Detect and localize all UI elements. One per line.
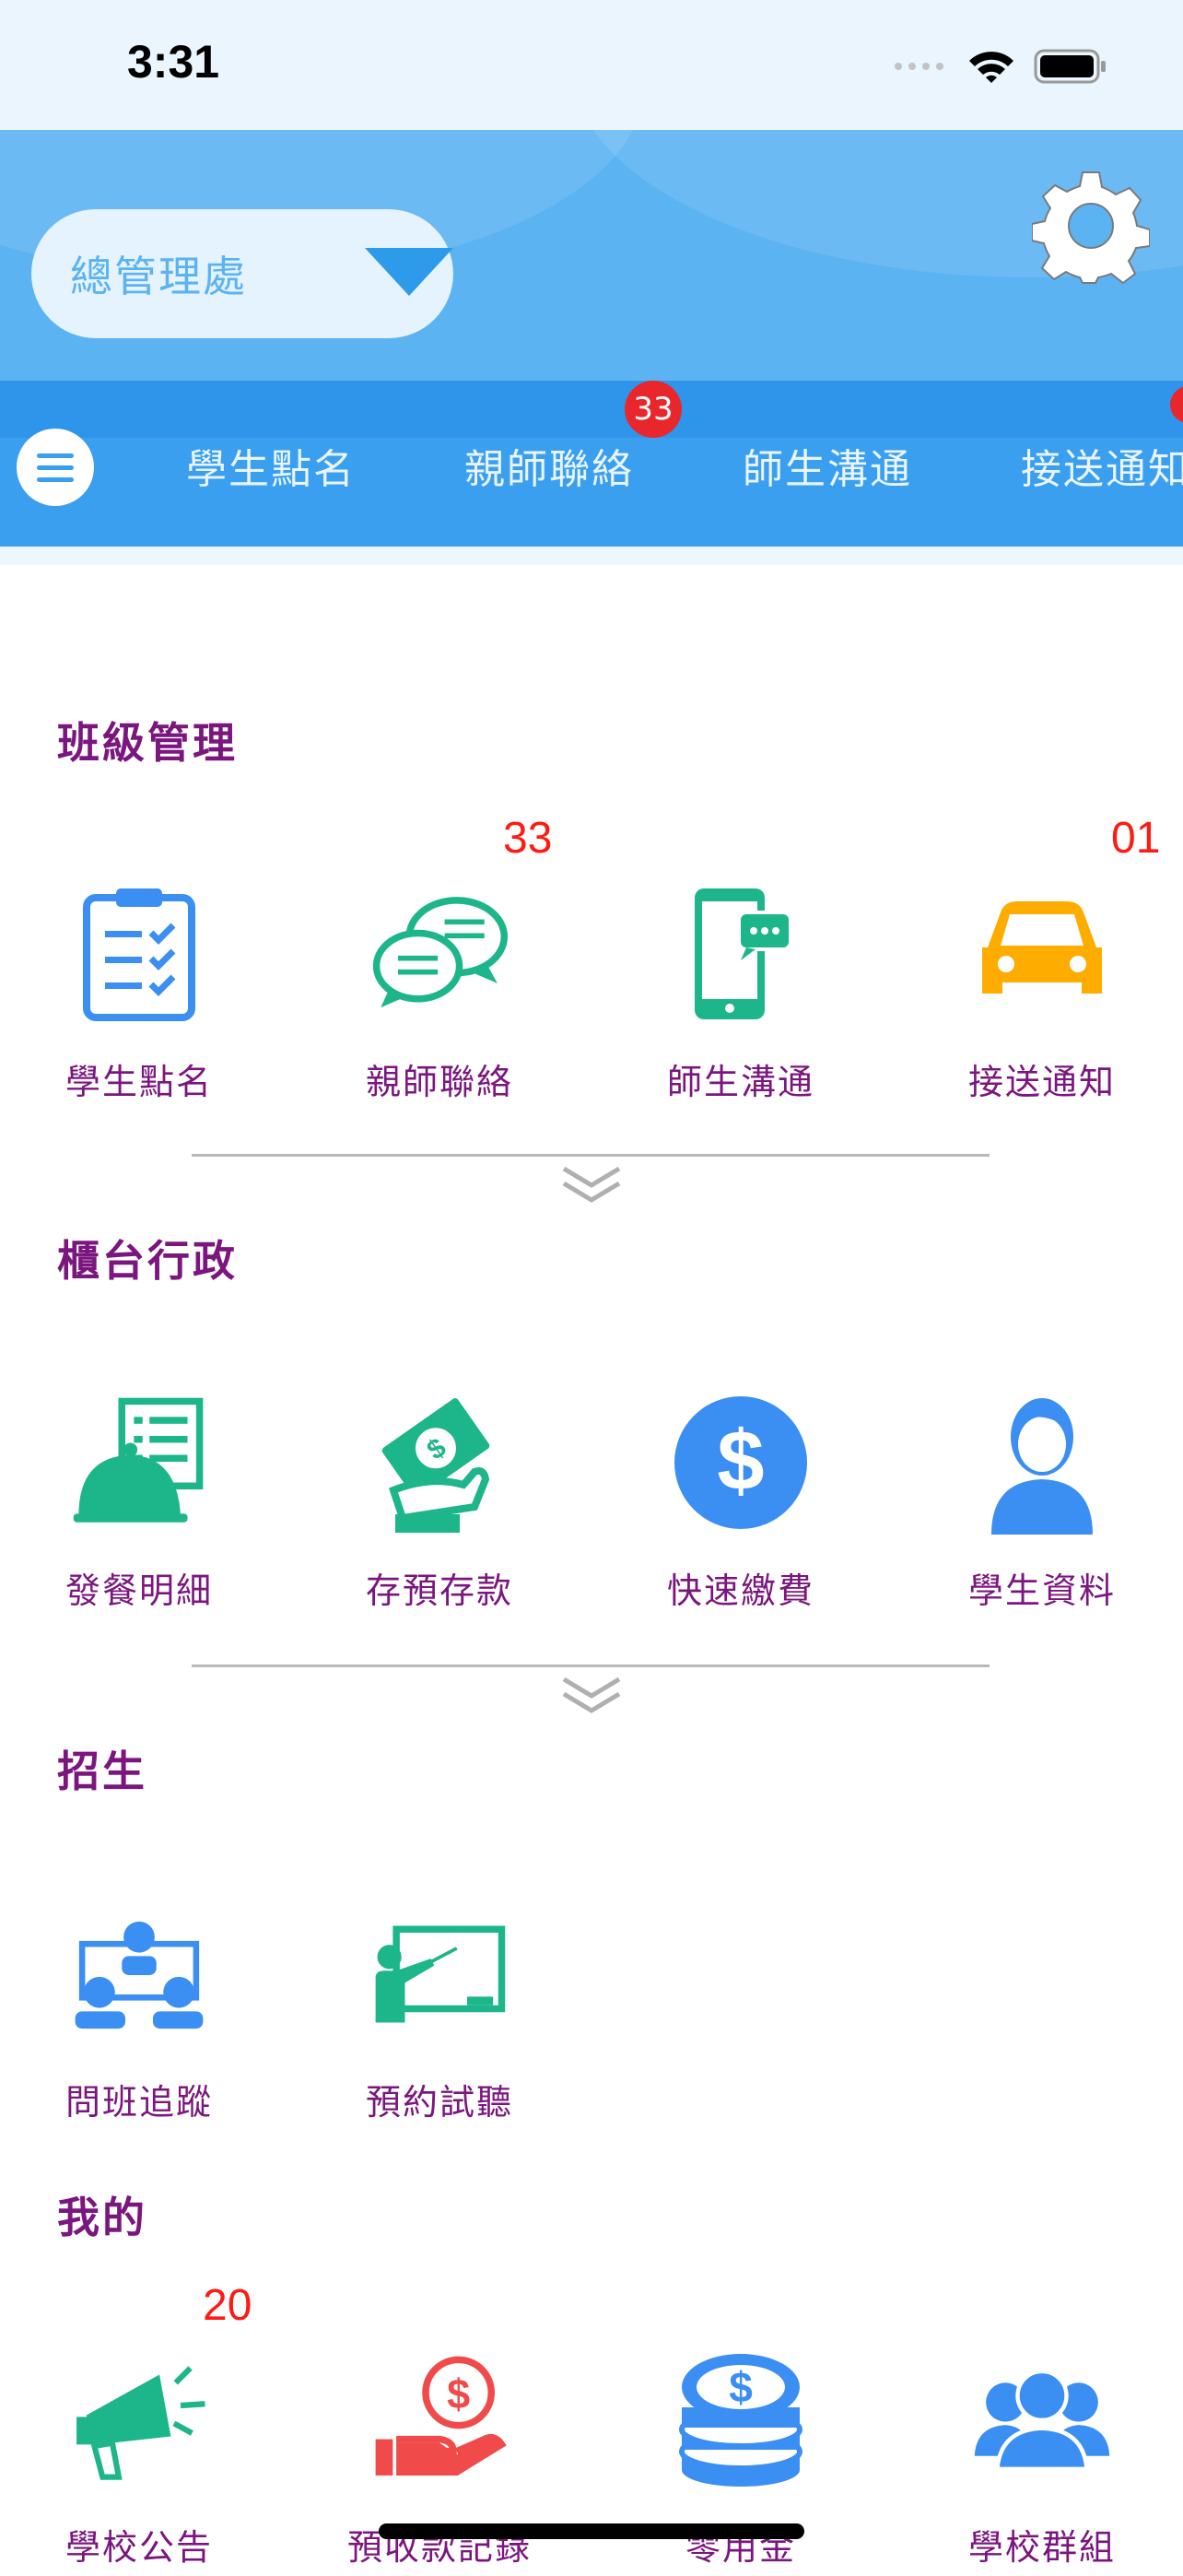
tile-school-groups[interactable]: 學校群組 — [936, 2346, 1139, 2576]
tile-label: 發餐明細 — [64, 1570, 213, 1611]
tile-label: 存預存款 — [365, 1570, 513, 1611]
tile-label: 預約試聽 — [365, 2082, 513, 2123]
gear-icon[interactable] — [1032, 169, 1150, 287]
section-title-front-desk: 櫃台行政 — [57, 1236, 238, 1286]
tile-quick-payment[interactable]: $ 快速繳費 — [635, 1389, 837, 1619]
tab-teacher-student[interactable]: 師生溝通 — [743, 436, 912, 495]
status-icons — [894, 41, 1107, 92]
chevron-double-down-icon[interactable] — [555, 1163, 628, 1207]
smartphone-message-icon — [672, 880, 810, 1028]
tile-petty-cash[interactable]: $ 零用金 — [635, 2346, 837, 2576]
svg-text:$: $ — [717, 1414, 764, 1508]
menu-button[interactable] — [17, 429, 94, 506]
chat-bubbles-icon — [370, 880, 509, 1028]
hamburger-icon — [37, 453, 74, 458]
section-divider — [192, 1154, 990, 1157]
svg-text:$: $ — [729, 2363, 753, 2411]
megaphone-icon — [70, 2346, 208, 2493]
car-icon — [973, 880, 1111, 1028]
tile-teacher-student[interactable]: 師生溝通 — [635, 880, 837, 1111]
dropdown-arrow-icon — [365, 248, 453, 296]
tile-label: 快速繳費 — [666, 1570, 814, 1611]
tile-parent-teacher[interactable]: 親師聯絡 — [334, 880, 536, 1111]
section-title-enrollment: 招生 — [57, 1747, 147, 1796]
teacher-board-icon — [370, 1900, 509, 2048]
tile-label: 師生溝通 — [666, 1062, 814, 1102]
wifi-icon — [969, 52, 1013, 83]
dollar-coin-icon: $ — [672, 1389, 810, 1536]
count-label: 20 — [203, 2281, 252, 2330]
tile-label: 親師聯絡 — [365, 1062, 513, 1102]
school-selector[interactable]: 總管理處 — [31, 209, 453, 338]
tile-meal-details[interactable]: 發餐明細 — [33, 1389, 236, 1619]
quick-tab-bar: 學生點名 親師聯絡 33 師生溝通 接送通知 — [0, 381, 1183, 547]
student-profile-icon — [973, 1389, 1111, 1536]
status-bar: 3:31 — [0, 0, 1183, 130]
tile-student-rollcall[interactable]: 學生點名 — [33, 880, 236, 1111]
tile-pickup[interactable]: 接送通知 — [936, 880, 1139, 1111]
tile-label: 學生資料 — [967, 1570, 1116, 1611]
tab-student-rollcall[interactable]: 學生點名 — [186, 436, 356, 495]
chevron-double-down-icon[interactable] — [555, 1674, 628, 1718]
status-time: 3:31 — [127, 36, 220, 88]
tile-student-profile[interactable]: 學生資料 — [936, 1389, 1139, 1619]
count-label: 01 — [1111, 814, 1161, 863]
tab-parent-teacher[interactable]: 親師聯絡 — [464, 436, 634, 495]
money-hand-icon: $ — [370, 1389, 509, 1536]
count-label: 33 — [503, 814, 553, 863]
cellular-signal-icon — [895, 63, 943, 70]
svg-text:$: $ — [447, 2370, 470, 2417]
tile-label: 學校公告 — [64, 2527, 213, 2568]
coin-hand-icon: $ — [370, 2346, 509, 2493]
people-group-icon — [973, 2346, 1111, 2493]
tile-trial-booking[interactable]: 預約試聽 — [334, 1900, 536, 2131]
tile-school-announcement[interactable]: 學校公告 — [33, 2346, 236, 2576]
section-divider — [192, 1664, 990, 1667]
battery-icon — [1034, 49, 1106, 84]
section-title-class-management: 班級管理 — [57, 718, 238, 768]
meal-list-icon — [70, 1389, 208, 1536]
home-indicator[interactable] — [379, 2523, 804, 2539]
tile-label: 問班追蹤 — [64, 2082, 213, 2123]
tab-pickup[interactable]: 接送通知 — [1021, 436, 1183, 495]
group-meeting-icon — [70, 1900, 208, 2048]
tile-deposit[interactable]: $ 存預存款 — [334, 1389, 536, 1619]
tile-label: 接送通知 — [967, 1062, 1116, 1102]
tile-label: 學校群組 — [967, 2527, 1116, 2568]
tile-label: 學生點名 — [64, 1062, 213, 1102]
coin-stack-icon: $ — [672, 2346, 810, 2493]
tile-prepayment-records[interactable]: $ 預收款記錄 — [334, 2346, 536, 2576]
school-name: 總管理處 — [70, 252, 247, 301]
tile-inquiry-tracking[interactable]: 問班追蹤 — [33, 1900, 236, 2131]
section-title-mine: 我的 — [57, 2193, 147, 2242]
tab-badge-count: 33 — [625, 381, 682, 438]
clipboard-checklist-icon — [70, 880, 208, 1028]
header: 總管理處 — [0, 130, 1183, 381]
